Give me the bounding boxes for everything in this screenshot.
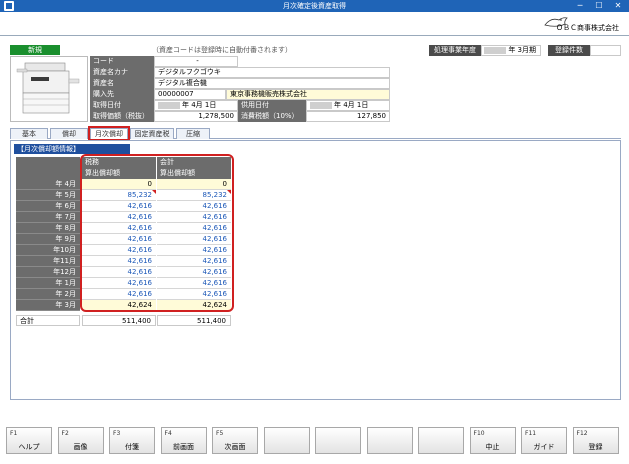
fkey-f2[interactable]: F2 画像	[57, 427, 104, 454]
asset-photo[interactable]	[10, 56, 88, 122]
tab-bar: 基本 償却 月次償却 固定資産税 圧縮	[10, 126, 621, 141]
supplier-code-field[interactable]: 00000007	[154, 89, 226, 100]
month-label: 年 5月	[16, 190, 80, 201]
month-label: 年 4月	[16, 179, 80, 190]
fkey-label: 登録	[588, 443, 603, 451]
fkey-number: F2	[61, 430, 69, 437]
fkey-empty	[315, 427, 361, 454]
fkey-f10[interactable]: F10 中止	[469, 427, 516, 454]
company-name: ＯＢＣ商事株式会社	[556, 24, 619, 32]
fkey-label: ヘルプ	[18, 443, 40, 451]
masked-value	[158, 101, 180, 109]
month-label: 年 1月	[16, 278, 80, 289]
acq-price-label: 取得価額（税抜）	[90, 111, 154, 122]
tax-field[interactable]: 127,850	[306, 111, 390, 122]
acq-date-field[interactable]: 年 4月 1日	[154, 100, 238, 111]
window-title: 月次確定後資産取得	[283, 2, 346, 10]
tab-compression[interactable]: 圧縮	[176, 128, 210, 139]
month-label: 年 2月	[16, 289, 80, 300]
masked-value	[484, 46, 507, 54]
kana-field[interactable]: デジタルフクゴウキ	[154, 67, 390, 78]
function-key-bar: F1 ヘルプ F2 画像 F3 付箋 F4 前画面 F5 次画面 F10 中止 F11 ガイド F12 登録	[2, 427, 627, 457]
fkey-f3[interactable]: F3 付箋	[109, 427, 155, 454]
fkey-f4[interactable]: F4 前画面	[160, 427, 207, 454]
maximize-button[interactable]: ☐	[589, 0, 609, 12]
copier-image-icon	[16, 62, 80, 114]
masked-value	[310, 101, 332, 109]
fkey-number: F5	[216, 430, 224, 437]
fkey-empty	[366, 427, 413, 454]
tax-label: 消費税額（10%）	[238, 111, 306, 122]
month-label: 年 6月	[16, 201, 80, 212]
fiscal-year-value: 年 3月期	[481, 45, 541, 56]
fkey-label: 画像	[73, 443, 88, 451]
total-accounting: 511,400	[157, 315, 231, 326]
supplier-name-field: 東京事務機販売株式会社	[226, 89, 390, 100]
acq-price-field[interactable]: 1,278,500	[154, 111, 238, 122]
acq-date-label: 取得日付	[90, 100, 154, 111]
fkey-empty	[418, 427, 464, 454]
use-date-field[interactable]: 年 4月 1日	[306, 100, 390, 111]
fkey-number: F11	[525, 430, 537, 437]
fkey-empty	[263, 427, 310, 454]
close-button[interactable]: ✕	[608, 0, 628, 12]
fkey-f12[interactable]: F12 登録	[572, 427, 619, 454]
fkey-label: 前画面	[173, 443, 194, 451]
tab-monthly-depreciation[interactable]: 月次償却	[88, 126, 130, 141]
kana-label: 資産名カナ	[90, 67, 154, 78]
month-label: 年 7月	[16, 212, 80, 223]
fkey-number: F10	[473, 430, 485, 437]
count-label: 登録件数	[548, 45, 590, 56]
month-label: 年10月	[16, 245, 80, 256]
fkey-number: F12	[576, 430, 588, 437]
fkey-label: 中止	[485, 443, 500, 451]
fiscal-year-label: 処理事業年度	[429, 45, 481, 56]
supplier-label: 購入先	[90, 89, 154, 100]
fkey-f1[interactable]: F1 ヘルプ	[6, 427, 52, 454]
code-note: （資産コードは登録時に自動付番されます）	[152, 46, 292, 54]
section-header: 【月次償却額情報】	[14, 144, 130, 154]
corner-cell	[16, 157, 80, 168]
tab-property-tax[interactable]: 固定資産税	[130, 128, 174, 139]
total-tax: 511,400	[82, 315, 156, 326]
fkey-label: 付箋	[125, 443, 139, 451]
total-label: 合計	[16, 315, 80, 326]
fkey-number: F3	[113, 430, 121, 437]
month-label: 年12月	[16, 267, 80, 278]
fkey-number: F4	[164, 430, 172, 437]
corner-cell	[16, 168, 80, 179]
use-date-label: 供用日付	[238, 100, 306, 111]
fkey-f5[interactable]: F5 次画面	[212, 427, 258, 454]
window-titlebar: 月次確定後資産取得 ─ ☐ ✕	[0, 0, 629, 12]
month-label: 年11月	[16, 256, 80, 267]
tab-depreciation[interactable]: 償却	[50, 128, 88, 139]
tab-basic[interactable]: 基本	[10, 128, 48, 139]
use-date-text: 年 4月 1日	[334, 101, 369, 109]
count-value	[590, 45, 621, 56]
code-field[interactable]: -	[154, 56, 238, 67]
month-label: 年 3月	[16, 300, 80, 311]
fkey-label: 次画面	[224, 443, 246, 451]
month-label: 年 8月	[16, 223, 80, 234]
month-label: 年 9月	[16, 234, 80, 245]
fkey-number: F1	[10, 430, 18, 437]
code-label: コード	[90, 56, 154, 67]
fiscal-year-text: 年 3月期	[508, 46, 536, 54]
minimize-button[interactable]: ─	[570, 0, 590, 12]
highlight-box	[80, 154, 234, 312]
app-header: ＯＢＣ商事株式会社	[0, 12, 629, 36]
fkey-f11[interactable]: F11 ガイド	[521, 427, 567, 454]
acq-date-text: 年 4月 1日	[182, 101, 217, 109]
name-label: 資産名	[90, 78, 154, 89]
fkey-label: ガイド	[533, 443, 555, 451]
new-badge: 新規	[10, 45, 60, 55]
name-field[interactable]: デジタル複合機	[154, 78, 390, 89]
